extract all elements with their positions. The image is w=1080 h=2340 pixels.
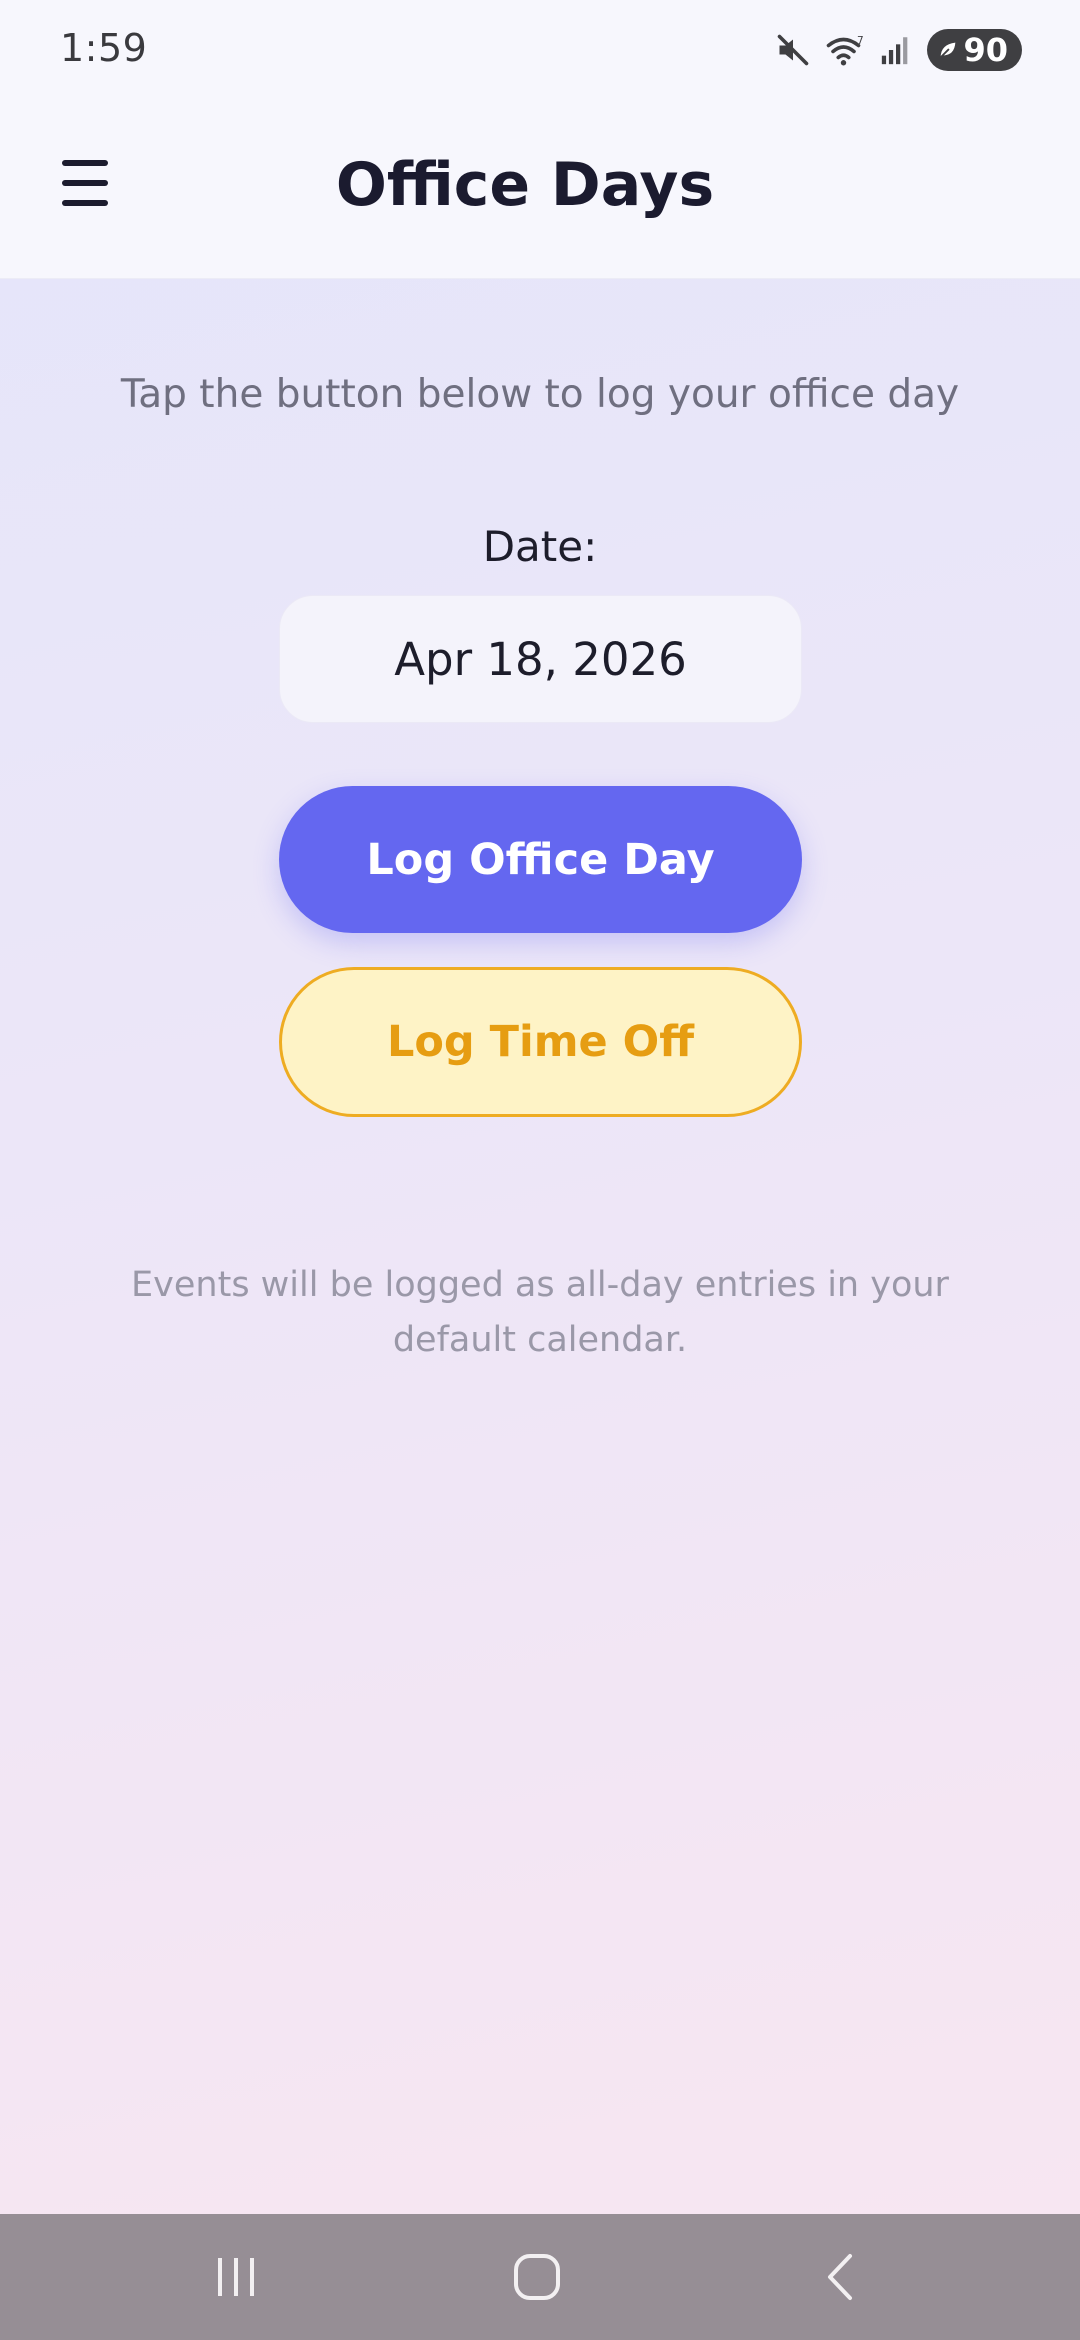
date-picker-field[interactable]: Apr 18, 2026 xyxy=(279,595,802,723)
svg-text:7: 7 xyxy=(857,35,864,47)
log-time-off-button[interactable]: Log Time Off xyxy=(279,967,802,1117)
wifi-icon: 7 xyxy=(825,32,865,68)
battery-icon: 90 xyxy=(927,29,1022,71)
date-label: Date: xyxy=(482,522,598,571)
status-icons: 7 90 xyxy=(775,28,1022,72)
system-navigation-bar xyxy=(0,2214,1080,2340)
battery-level: 90 xyxy=(963,31,1008,69)
instruction-text: Tap the button below to log your office … xyxy=(120,372,960,417)
signal-icon xyxy=(879,33,913,67)
log-office-day-button[interactable]: Log Office Day xyxy=(279,786,802,933)
footnote-text: Events will be logged as all-day entries… xyxy=(131,1265,949,1360)
date-value: Apr 18, 2026 xyxy=(394,632,687,686)
back-icon[interactable] xyxy=(760,2214,920,2340)
mute-icon xyxy=(775,32,811,68)
page-title: Office Days xyxy=(335,150,715,220)
home-icon[interactable] xyxy=(457,2214,617,2340)
recent-apps-icon[interactable] xyxy=(156,2214,316,2340)
leaf-icon xyxy=(939,42,956,59)
app-header: 1:59 7 90 Office Days xyxy=(0,0,1080,279)
status-time: 1:59 xyxy=(60,26,148,70)
